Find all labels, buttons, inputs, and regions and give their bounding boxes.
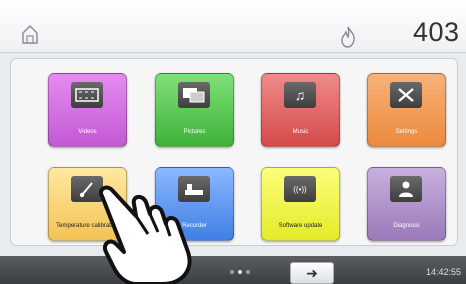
- tile-label: Software update: [278, 223, 323, 229]
- film-icon: [71, 82, 103, 108]
- top-bar: 403: [0, 0, 466, 53]
- clock: 14:42:55: [426, 267, 462, 277]
- home-icon[interactable]: [22, 24, 38, 44]
- tools-icon: [390, 82, 422, 108]
- page-indicator: [230, 270, 260, 276]
- tile-music[interactable]: ♫ Music: [261, 73, 340, 147]
- pictures-icon: [178, 82, 210, 108]
- page-dot-active: [238, 270, 242, 274]
- tile-label: Videos: [78, 129, 97, 135]
- tile-settings[interactable]: Settings: [367, 73, 446, 147]
- tile-software-update[interactable]: ((•)) Software update: [261, 167, 340, 241]
- tile-videos[interactable]: Videos: [48, 73, 127, 147]
- tile-label: Diagnosis: [393, 223, 420, 229]
- page-dot: [246, 270, 250, 274]
- next-page-button[interactable]: ➜: [290, 262, 334, 284]
- diagnosis-icon: [390, 176, 422, 202]
- tile-label: Settings: [395, 129, 418, 135]
- pointing-hand-icon: [99, 185, 192, 284]
- tile-label: Pictures: [183, 129, 206, 135]
- tile-pictures[interactable]: Pictures: [155, 73, 234, 147]
- flame-icon: [341, 26, 355, 48]
- arrow-right-icon: ➜: [306, 264, 318, 281]
- page-dot: [230, 270, 234, 274]
- temperature-readout: 403: [413, 17, 460, 47]
- music-note-icon: ♫: [284, 82, 316, 108]
- tile-label: Music: [292, 129, 309, 135]
- tile-diagnosis[interactable]: Diagnosis: [367, 167, 446, 241]
- update-icon: ((•)): [284, 176, 316, 202]
